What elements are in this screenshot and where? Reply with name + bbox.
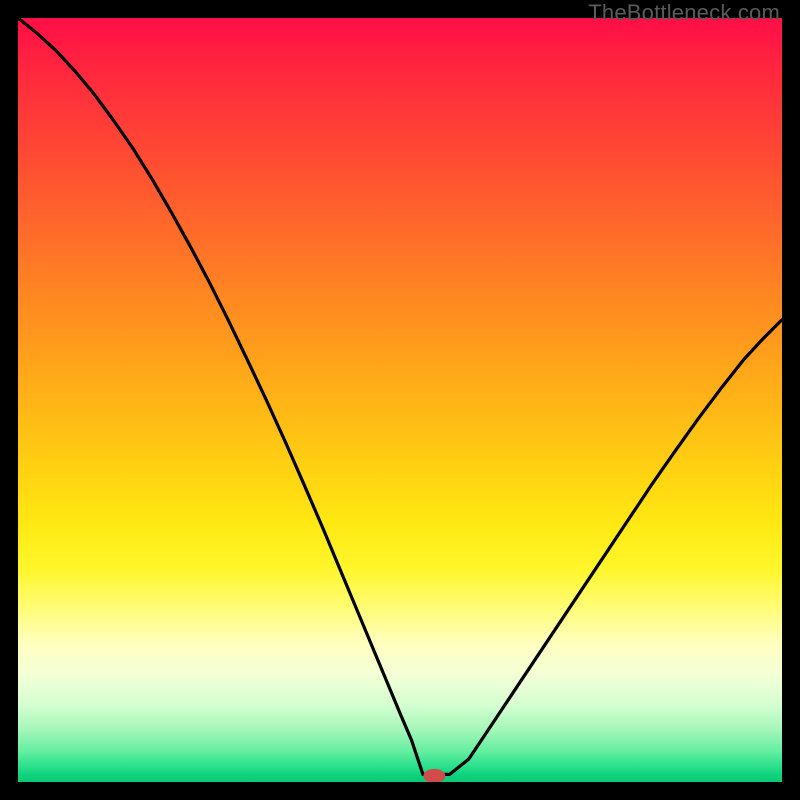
chart-frame: TheBottleneck.com — [0, 0, 800, 800]
plot-area — [18, 18, 782, 782]
bottleneck-curve — [18, 18, 782, 782]
watermark-text: TheBottleneck.com — [588, 0, 780, 26]
